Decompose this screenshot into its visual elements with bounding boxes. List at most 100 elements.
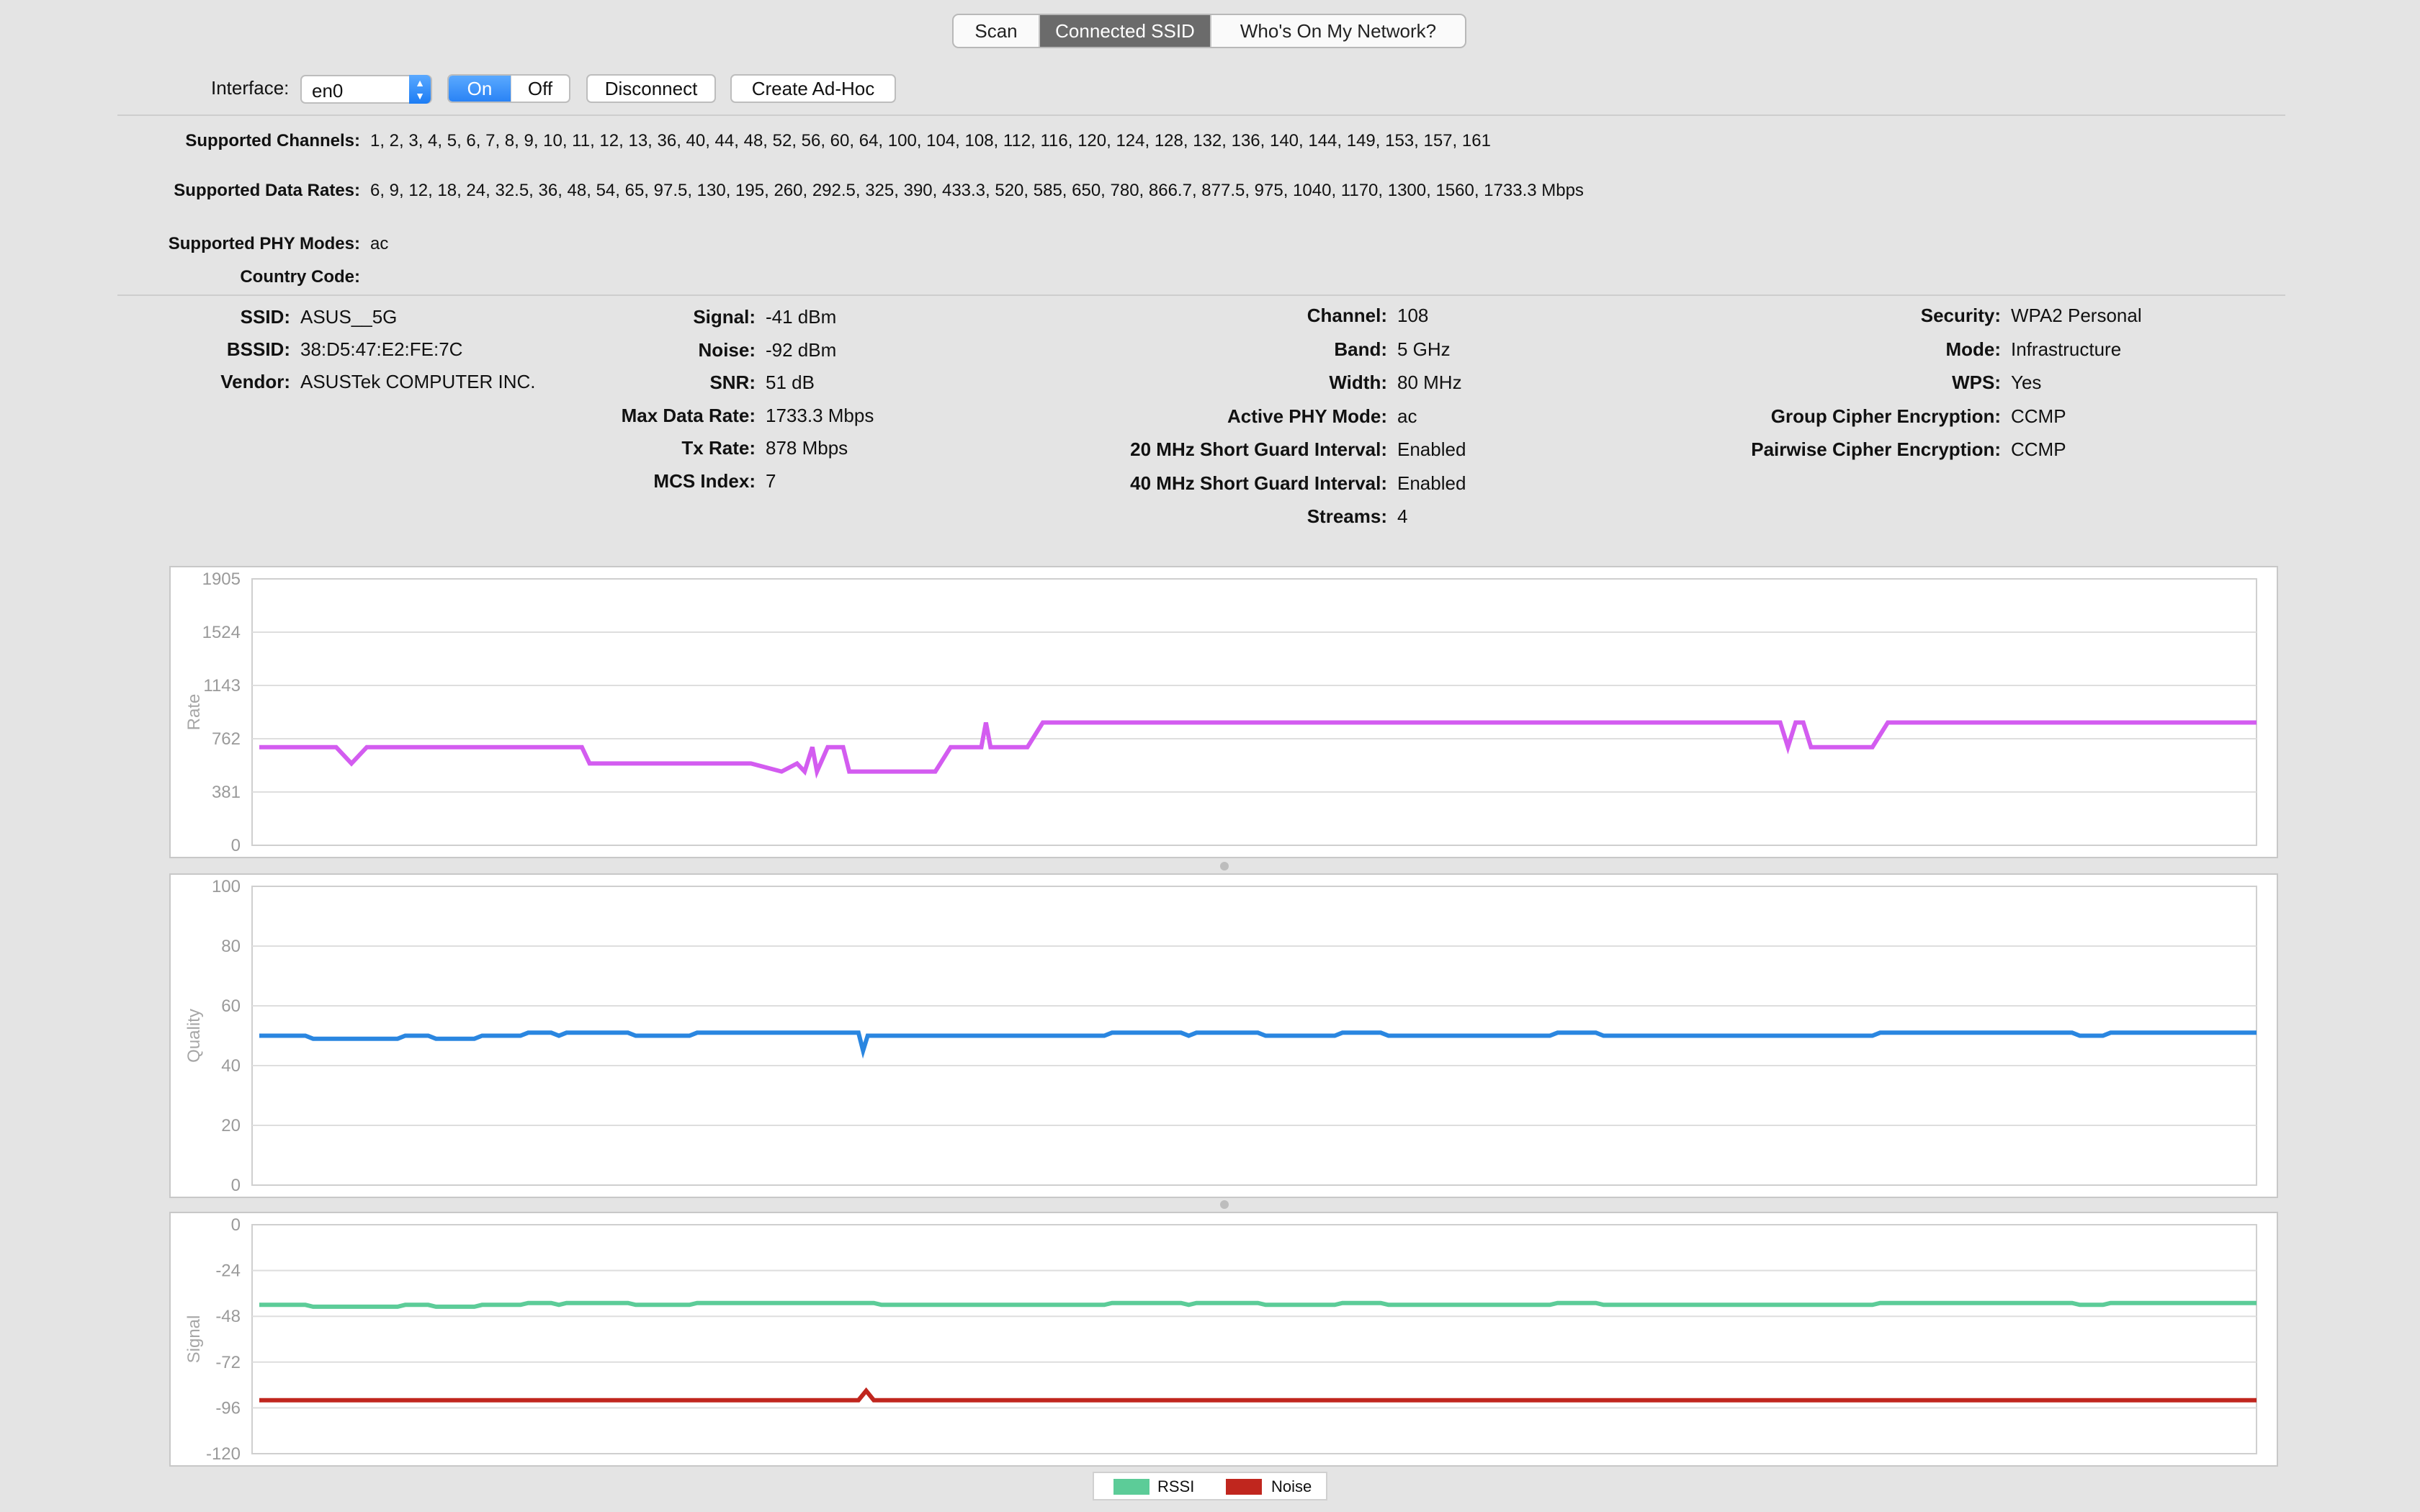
supported-channels-label: Supported Channels:: [185, 131, 360, 150]
y-tick-label: -48: [215, 1307, 241, 1326]
detail-label: Width:: [1329, 372, 1387, 393]
detail-label: Vendor:: [220, 371, 290, 392]
y-tick-label: 1524: [202, 623, 241, 642]
y-axis-label: Quality: [184, 1009, 204, 1063]
y-axis-label: Signal: [184, 1315, 204, 1364]
power-off-button[interactable]: Off: [511, 76, 569, 102]
detail-value: 108: [1397, 305, 1429, 326]
legend-swatch-rssi: [1113, 1479, 1150, 1495]
y-tick-label: 100: [212, 877, 241, 896]
detail-label: Tx Rate:: [681, 437, 756, 459]
detail-value: 878 Mbps: [766, 437, 848, 459]
tab-scan[interactable]: Scan: [954, 15, 1039, 47]
detail-label: Group Cipher Encryption:: [1770, 405, 2001, 427]
detail-label: BSSID:: [226, 338, 290, 360]
plot-area: [251, 1224, 2257, 1454]
y-tick-label: 762: [212, 729, 241, 749]
plot-area: [251, 886, 2257, 1186]
detail-label: Security:: [1920, 305, 2001, 326]
detail-label: 40 MHz Short Guard Interval:: [1130, 472, 1387, 494]
disconnect-button[interactable]: Disconnect: [586, 74, 716, 103]
detail-value: 4: [1397, 505, 1408, 527]
create-adhoc-button[interactable]: Create Ad-Hoc: [730, 74, 896, 103]
legend-label-rssi: RSSI: [1157, 1477, 1195, 1495]
detail-value: Infrastructure: [2011, 338, 2122, 360]
detail-value: Enabled: [1397, 472, 1466, 494]
divider: [117, 294, 2285, 296]
signal-chart: -120 -96 -72 -48 -24 0 Signal: [184, 1215, 2257, 1464]
interface-select-value: en0: [312, 80, 344, 102]
y-tick-label: 1905: [202, 570, 241, 589]
y-tick-label: 40: [221, 1056, 241, 1076]
rate-chart: 0 381 762 1143 1524 1905 Rate: [184, 570, 2257, 855]
plot-area: [251, 578, 2257, 846]
detail-label: Mode:: [1945, 338, 2001, 360]
legend-swatch-noise: [1226, 1479, 1262, 1495]
detail-label: Streams:: [1307, 505, 1387, 527]
detail-label: Pairwise Cipher Encryption:: [1751, 438, 2001, 460]
signal-legend: RSSI Noise: [1093, 1472, 1327, 1500]
supported-rates-label: Supported Data Rates:: [174, 181, 360, 200]
y-tick-label: -96: [215, 1398, 241, 1418]
y-tick-label: 60: [221, 996, 241, 1016]
detail-value: 7: [766, 470, 776, 492]
detail-label: Max Data Rate:: [621, 405, 756, 426]
rate-chart-panel: 0 381 762 1143 1524 1905 Rate: [169, 566, 2278, 858]
power-toggle: On Off: [447, 74, 570, 103]
detail-label: SNR:: [709, 372, 756, 393]
detail-label: MCS Index:: [653, 470, 756, 492]
detail-value: Enabled: [1397, 438, 1466, 460]
y-tick-label: 0: [231, 836, 241, 855]
detail-value: 5 GHz: [1397, 338, 1451, 360]
y-tick-label: 0: [231, 1215, 241, 1235]
supported-rates-value: 6, 9, 12, 18, 24, 32.5, 36, 48, 54, 65, …: [370, 181, 1584, 200]
detail-label: Channel:: [1307, 305, 1387, 326]
detail-value: 51 dB: [766, 372, 815, 393]
signal-chart-panel: -120 -96 -72 -48 -24 0 Signal: [169, 1212, 2278, 1467]
detail-value: 80 MHz: [1397, 372, 1462, 393]
y-tick-label: 80: [221, 937, 241, 956]
series-line-quality: [259, 1030, 2257, 1059]
detail-label: SSID:: [240, 306, 290, 328]
y-tick-label: -72: [215, 1353, 241, 1372]
supported-phy-value: ac: [370, 234, 389, 253]
quality-chart: 0 20 40 60 80 100 Quality: [184, 877, 2257, 1195]
series-line-rate: [259, 720, 2257, 779]
detail-value: WPA2 Personal: [2011, 305, 2142, 326]
quality-chart-panel: 0 20 40 60 80 100 Quality: [169, 873, 2278, 1198]
y-tick-label: -120: [206, 1444, 241, 1464]
detail-label: 20 MHz Short Guard Interval:: [1130, 438, 1387, 460]
y-tick-label: 20: [221, 1116, 241, 1135]
splitter-handle[interactable]: [1220, 862, 1229, 870]
y-tick-label: 1143: [203, 676, 241, 696]
tab-whos-on-my-network[interactable]: Who's On My Network?: [1210, 15, 1465, 47]
detail-label: Active PHY Mode:: [1227, 405, 1387, 427]
detail-value: Yes: [2011, 372, 2042, 393]
series-line-noise: [259, 1387, 2257, 1403]
detail-label: Signal:: [693, 306, 756, 328]
splitter-handle[interactable]: [1220, 1200, 1229, 1209]
divider: [117, 114, 2285, 116]
interface-label: Interface:: [211, 77, 290, 99]
detail-value: -92 dBm: [766, 339, 837, 361]
detail-label: Noise:: [698, 339, 756, 361]
detail-value: CCMP: [2011, 438, 2066, 460]
view-tab-bar: Scan Connected SSID Who's On My Network?: [952, 14, 1466, 48]
tab-connected-ssid[interactable]: Connected SSID: [1039, 15, 1210, 47]
power-on-button[interactable]: On: [449, 76, 511, 102]
supported-channels-value: 1, 2, 3, 4, 5, 6, 7, 8, 9, 10, 11, 12, 1…: [370, 131, 1491, 150]
detail-value: CCMP: [2011, 405, 2066, 427]
y-tick-label: 0: [231, 1176, 241, 1195]
series-line-rssi: [259, 1300, 2257, 1309]
y-tick-label: 381: [212, 783, 241, 802]
detail-label: Band:: [1334, 338, 1387, 360]
interface-select[interactable]: en0 ▲ ▼: [300, 75, 432, 104]
y-tick-label: -24: [215, 1261, 241, 1281]
detail-value: 1733.3 Mbps: [766, 405, 874, 426]
legend-label-noise: Noise: [1271, 1477, 1312, 1495]
supported-phy-label: Supported PHY Modes:: [168, 234, 360, 253]
y-axis-label: Rate: [184, 694, 204, 731]
detail-value: -41 dBm: [766, 306, 837, 328]
chevron-up-down-icon: ▲ ▼: [409, 75, 431, 104]
country-code-label: Country Code:: [240, 267, 360, 287]
